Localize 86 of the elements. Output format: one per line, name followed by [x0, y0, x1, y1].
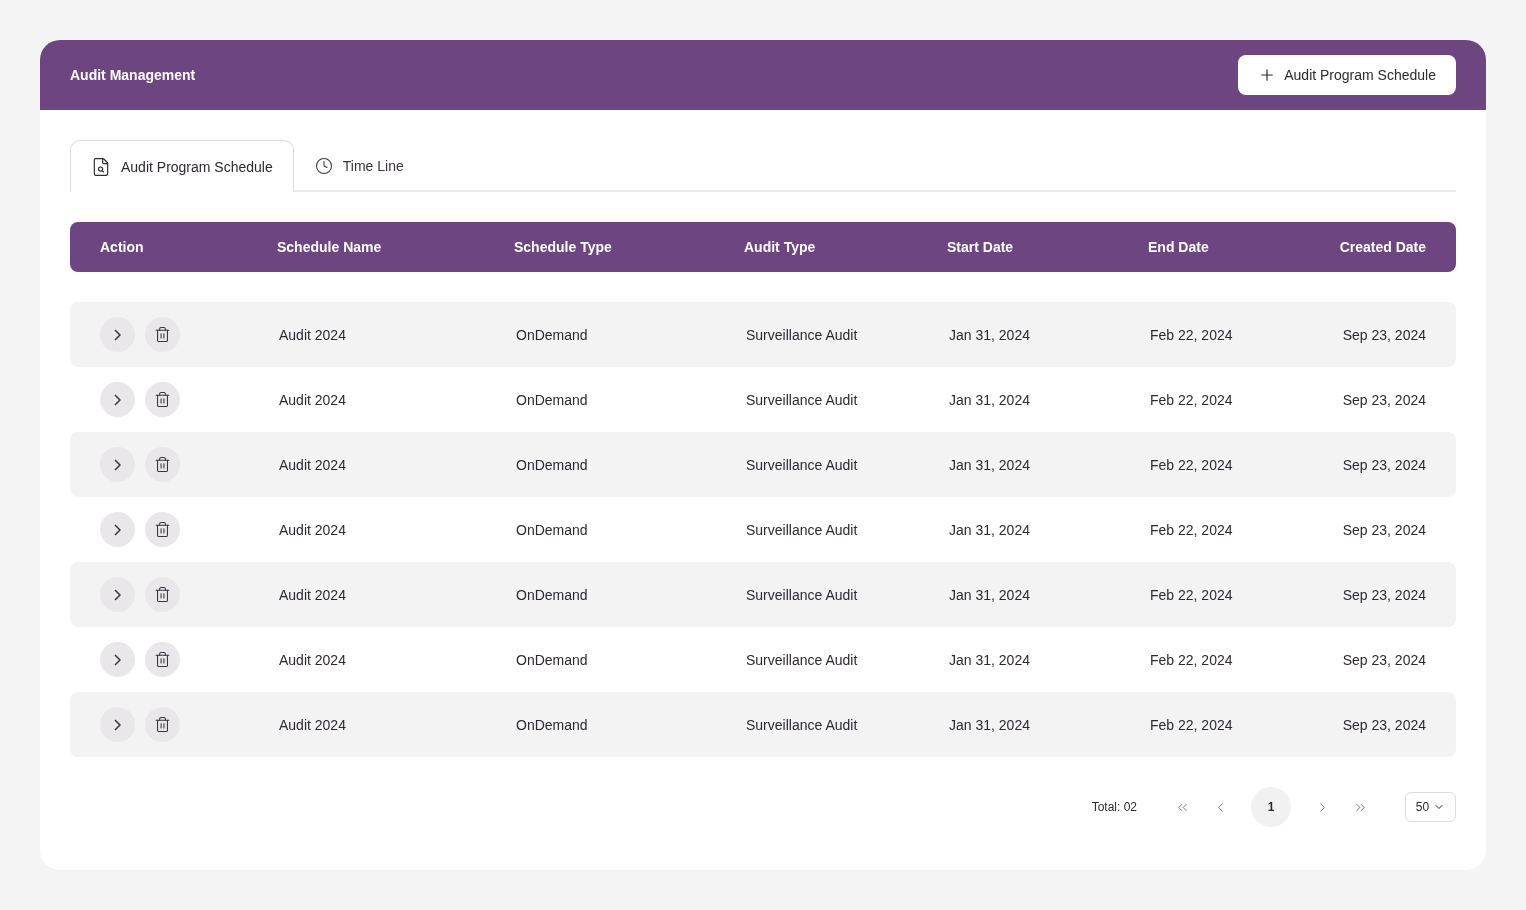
- table-cell-text: Surveillance Audit: [745, 651, 859, 668]
- table-cell-text: Sep 23, 2024: [1341, 521, 1426, 538]
- table-cell-text: OnDemand: [515, 326, 589, 343]
- trash-icon: [154, 326, 171, 343]
- delete-button[interactable]: [145, 512, 180, 547]
- table-cell-text: OnDemand: [515, 391, 589, 408]
- trash-icon: [154, 651, 171, 668]
- table-cell-text: OnDemand: [515, 586, 589, 603]
- trash-icon: [154, 391, 171, 408]
- table-cell-text: OnDemand: [515, 651, 589, 668]
- table-cell-text: Jan 31, 2024: [948, 456, 1031, 473]
- report-icon: [91, 156, 111, 177]
- page-title: Audit Management: [70, 67, 196, 83]
- table-cell-text: Audit 2024: [278, 716, 347, 733]
- trash-icon: [154, 456, 171, 473]
- table-cell-text: Jan 31, 2024: [948, 586, 1031, 603]
- column-header: Start Date: [947, 239, 1015, 255]
- table-cell-text: Feb 22, 2024: [1149, 391, 1234, 408]
- trash-icon: [154, 521, 171, 538]
- table-cell-text: Feb 22, 2024: [1149, 521, 1234, 538]
- delete-button[interactable]: [145, 317, 180, 352]
- chevron-icon: [114, 718, 121, 731]
- table-cell-text: Audit 2024: [278, 391, 347, 408]
- expand-button[interactable]: [100, 382, 135, 417]
- table-cell-text: Surveillance Audit: [745, 326, 859, 343]
- table-cell-text: Feb 22, 2024: [1149, 456, 1234, 473]
- table-cell-text: Sep 23, 2024: [1341, 391, 1426, 408]
- table-cell-text: Feb 22, 2024: [1149, 586, 1234, 603]
- table-cell-text: Jan 31, 2024: [948, 326, 1031, 343]
- delete-button[interactable]: [145, 382, 180, 417]
- expand-button[interactable]: [100, 642, 135, 677]
- delete-button[interactable]: [145, 707, 180, 742]
- table-cell-text: Audit 2024: [278, 456, 347, 473]
- table-cell-text: Sep 23, 2024: [1341, 456, 1426, 473]
- chevron-icon: [114, 328, 121, 341]
- table-cell-text: Sep 23, 2024: [1341, 651, 1426, 668]
- column-header: Schedule Name: [277, 239, 383, 255]
- chevron-icon: [114, 588, 121, 601]
- column-header: Action: [100, 239, 145, 255]
- chevron-icon: [114, 458, 121, 471]
- table-cell-text: Jan 31, 2024: [948, 716, 1031, 733]
- table-cell-text: Feb 22, 2024: [1149, 651, 1234, 668]
- table-cell-text: Surveillance Audit: [745, 391, 859, 408]
- total-count: Total: 02: [1091, 800, 1137, 814]
- clock-icon: [314, 156, 333, 175]
- table-cell-text: Audit 2024: [278, 326, 347, 343]
- page-button[interactable]: 1: [1251, 787, 1291, 827]
- chevron-icon: [114, 653, 121, 666]
- table-cell-text: Jan 31, 2024: [948, 651, 1031, 668]
- chevron-icon: [114, 523, 121, 536]
- trash-icon: [154, 716, 171, 733]
- table-cell-text: Surveillance Audit: [745, 586, 859, 603]
- expand-button[interactable]: [100, 707, 135, 742]
- expand-button[interactable]: [100, 317, 135, 352]
- table-cell-text: Surveillance Audit: [745, 716, 859, 733]
- table-cell-text: OnDemand: [515, 521, 589, 538]
- add-schedule-button[interactable]: Audit Program Schedule: [1238, 55, 1456, 95]
- trash-icon: [154, 586, 171, 603]
- page-size-select[interactable]: 50: [1405, 792, 1456, 822]
- expand-button[interactable]: [100, 577, 135, 612]
- delete-button[interactable]: [145, 642, 180, 677]
- column-header: End Date: [1148, 239, 1210, 255]
- table-cell-text: OnDemand: [515, 716, 589, 733]
- table-cell-text: Jan 31, 2024: [948, 521, 1031, 538]
- table-cell-text: Audit 2024: [278, 521, 347, 538]
- tab[interactable]: Audit Program Schedule: [70, 140, 294, 192]
- table-cell-text: Audit 2024: [278, 586, 347, 603]
- expand-button[interactable]: [100, 512, 135, 547]
- table-cell-text: Sep 23, 2024: [1341, 326, 1426, 343]
- column-header: Created Date: [1339, 239, 1426, 255]
- table-cell-text: Feb 22, 2024: [1149, 716, 1234, 733]
- tab[interactable]: Time Line: [293, 140, 425, 190]
- table-cell-text: Jan 31, 2024: [948, 391, 1031, 408]
- table-cell-text: Sep 23, 2024: [1341, 716, 1426, 733]
- delete-button[interactable]: [145, 577, 180, 612]
- table-cell-text: Sep 23, 2024: [1341, 586, 1426, 603]
- table-cell-text: Surveillance Audit: [745, 521, 859, 538]
- delete-button[interactable]: [145, 447, 180, 482]
- table-cell-text: Audit 2024: [278, 651, 347, 668]
- expand-button[interactable]: [100, 447, 135, 482]
- column-header: Schedule Type: [514, 239, 613, 255]
- table-cell-text: OnDemand: [515, 456, 589, 473]
- chevron-icon: [114, 393, 121, 406]
- table-cell-text: Surveillance Audit: [745, 456, 859, 473]
- column-header: Audit Type: [744, 239, 817, 255]
- table-cell-text: Feb 22, 2024: [1149, 326, 1234, 343]
